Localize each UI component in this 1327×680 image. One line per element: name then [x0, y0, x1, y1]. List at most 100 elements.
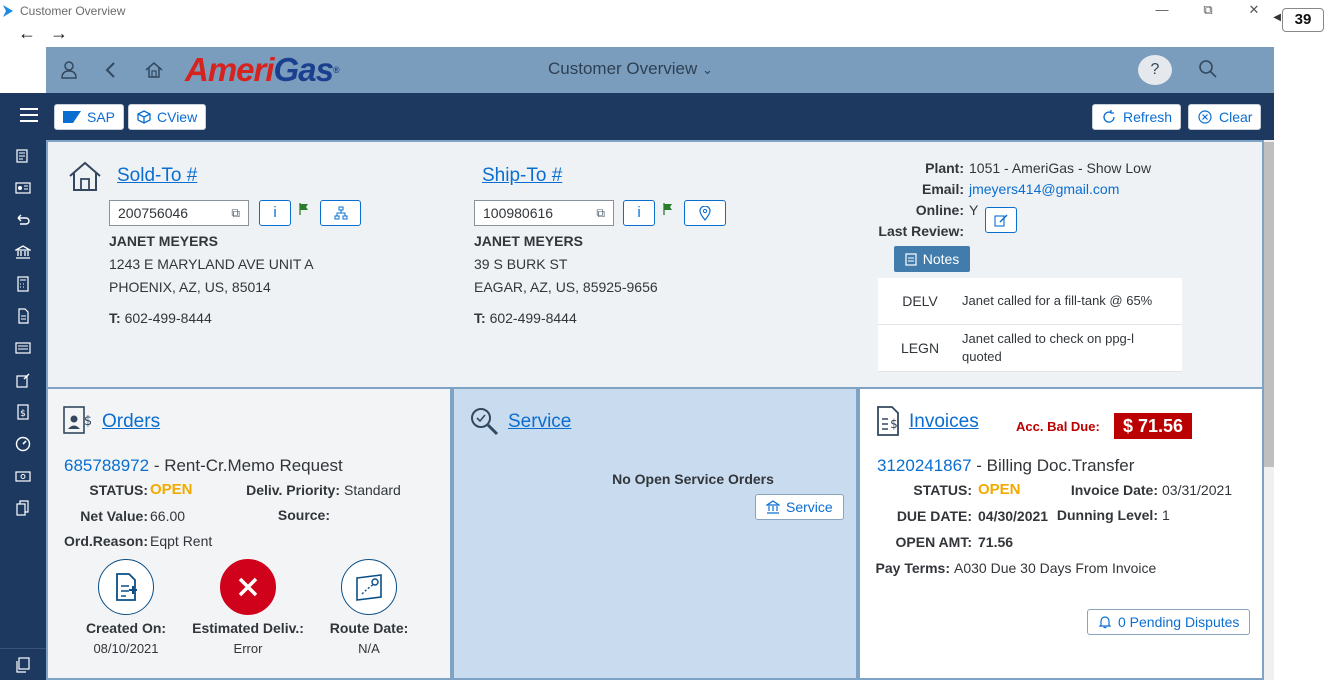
- nav-item-calculator[interactable]: [0, 268, 46, 300]
- service-button[interactable]: Service: [755, 494, 844, 520]
- bell-icon: [1098, 616, 1112, 629]
- scrollbar-thumb[interactable]: [1264, 142, 1274, 467]
- sold-to-name: JANET MEYERS: [109, 233, 218, 249]
- ship-to-info-button[interactable]: i: [623, 200, 655, 226]
- minimize-icon[interactable]: —: [1139, 2, 1185, 18]
- nav-item-gauge[interactable]: [0, 428, 46, 460]
- route-date-circle[interactable]: [341, 559, 397, 615]
- shell-title-text: Customer Overview: [548, 59, 698, 78]
- email-label: Email:: [921, 181, 964, 197]
- plant-label: Plant:: [925, 160, 964, 176]
- nav-item-edit-form[interactable]: [0, 364, 46, 396]
- sold-to-link[interactable]: Sold-To #: [117, 165, 197, 187]
- invoice-status-label: STATUS:: [913, 482, 972, 498]
- tab-count-badge[interactable]: 39: [1282, 8, 1324, 32]
- sold-to-phone-value: 602-499-8444: [124, 310, 212, 326]
- sold-to-hierarchy-button[interactable]: [320, 200, 361, 226]
- forward-arrow-icon[interactable]: →: [50, 22, 68, 44]
- home-icon[interactable]: [143, 59, 165, 81]
- ship-to-link[interactable]: Ship-To #: [482, 165, 562, 187]
- due-date-label: DUE DATE:: [896, 508, 972, 524]
- maximize-icon[interactable]: ⧉: [1185, 2, 1231, 18]
- user-icon[interactable]: [58, 59, 80, 81]
- error-x-icon: [238, 577, 258, 597]
- sold-to-id-field[interactable]: 200756046 ⧉: [109, 200, 249, 226]
- vertical-scrollbar[interactable]: [1264, 140, 1274, 680]
- list-item[interactable]: DELV Janet called for a fill-tank @ 65%: [878, 278, 1182, 325]
- nav-item-customer[interactable]: [0, 140, 46, 172]
- last-review-label: Last Review:: [878, 223, 964, 239]
- created-on-label: Created On:: [85, 620, 167, 636]
- search-icon[interactable]: [1196, 57, 1220, 81]
- nav-item-bottom[interactable]: [0, 648, 46, 680]
- order-type: - Rent-Cr.Memo Request: [149, 456, 343, 475]
- nav-item-payments[interactable]: [0, 460, 46, 492]
- invoice-number-link[interactable]: 3120241867: [877, 456, 972, 475]
- dunning-value: 1: [1162, 507, 1170, 523]
- list-item[interactable]: LEGN Janet called to check on ppg-l quote…: [878, 325, 1182, 372]
- pending-disputes-button[interactable]: 0 Pending Disputes: [1087, 609, 1251, 635]
- ship-to-address2: EAGAR, AZ, US, 85925-9656: [474, 279, 658, 295]
- app-icon: [3, 5, 13, 17]
- ord-reason-value: Eqpt Rent: [150, 533, 213, 549]
- amerigas-logo[interactable]: AmeriGas®: [185, 51, 340, 88]
- copy-icon[interactable]: ⧉: [231, 206, 240, 221]
- invoices-link[interactable]: Invoices: [909, 411, 979, 433]
- refresh-button[interactable]: Refresh: [1092, 104, 1182, 130]
- note-code: LEGN: [900, 340, 940, 356]
- clipboard-icon: [905, 253, 917, 266]
- nav-item-cards[interactable]: [0, 332, 46, 364]
- ord-reason-label: Ord.Reason:: [63, 533, 148, 549]
- help-button[interactable]: ?: [1138, 55, 1172, 85]
- pages-icon: [16, 656, 30, 673]
- orders-icon: $: [63, 406, 92, 434]
- nav-item-account[interactable]: [0, 172, 46, 204]
- nav-item-copy-docs[interactable]: [0, 492, 46, 524]
- cview-button[interactable]: CView: [128, 104, 207, 130]
- calculator-icon: [17, 276, 29, 292]
- customer-header-panel: Sold-To # 200756046 ⧉ i JANET MEYERS 1243…: [46, 140, 1264, 389]
- back-icon[interactable]: [100, 59, 122, 81]
- card-icon: [15, 342, 31, 354]
- id-card-icon: [15, 182, 31, 194]
- created-on-circle[interactable]: [98, 559, 154, 615]
- nav-item-billing[interactable]: $: [0, 396, 46, 428]
- ship-to-id-field[interactable]: 100980616 ⧉: [474, 200, 614, 226]
- nav-item-documents[interactable]: [0, 300, 46, 332]
- menu-icon[interactable]: [20, 108, 38, 124]
- email-link[interactable]: jmeyers414@gmail.com: [969, 181, 1119, 197]
- orders-link[interactable]: Orders: [102, 411, 160, 433]
- notes-button[interactable]: Notes: [894, 246, 970, 272]
- edit-review-button[interactable]: [985, 207, 1017, 233]
- service-button-label: Service: [786, 499, 833, 515]
- clear-button[interactable]: Clear: [1188, 104, 1262, 130]
- sap-button[interactable]: SAP: [54, 104, 125, 130]
- money-icon: [15, 471, 31, 482]
- logo-text-ameri: Ameri: [185, 51, 275, 88]
- copy-icon[interactable]: ⧉: [596, 206, 605, 221]
- est-deliv-circle[interactable]: [220, 559, 276, 615]
- svg-text:$: $: [84, 414, 92, 429]
- order-status-label: STATUS:: [89, 482, 148, 498]
- ship-to-location-button[interactable]: [684, 200, 726, 226]
- sap-button-label: SAP: [87, 109, 116, 125]
- back-arrow-icon[interactable]: ←: [18, 22, 36, 44]
- nav-item-bank[interactable]: [0, 236, 46, 268]
- service-link[interactable]: Service: [508, 411, 571, 433]
- cube-icon: [137, 110, 151, 124]
- shell-title-menu[interactable]: Customer Overview ⌄: [548, 59, 713, 79]
- document-add-icon: [116, 573, 137, 601]
- route-map-icon: [356, 574, 382, 601]
- cview-button-label: CView: [157, 109, 198, 125]
- notes-list: DELV Janet called for a fill-tank @ 65% L…: [878, 278, 1182, 372]
- order-number-link[interactable]: 685788972: [64, 456, 149, 475]
- ship-to-address1: 39 S BURK ST: [474, 256, 568, 272]
- close-icon[interactable]: ✕: [1231, 2, 1277, 18]
- copy-document-icon: [16, 500, 29, 516]
- document-icon: [18, 308, 29, 324]
- sold-to-info-button[interactable]: i: [259, 200, 291, 226]
- nav-item-returns[interactable]: [0, 204, 46, 236]
- invoice-type: - Billing Doc.Transfer: [971, 456, 1135, 475]
- orders-card: $ Orders 685788972 - Rent-Cr.Memo Reques…: [46, 387, 452, 680]
- dunning-label: Dunning Level:: [1056, 507, 1158, 523]
